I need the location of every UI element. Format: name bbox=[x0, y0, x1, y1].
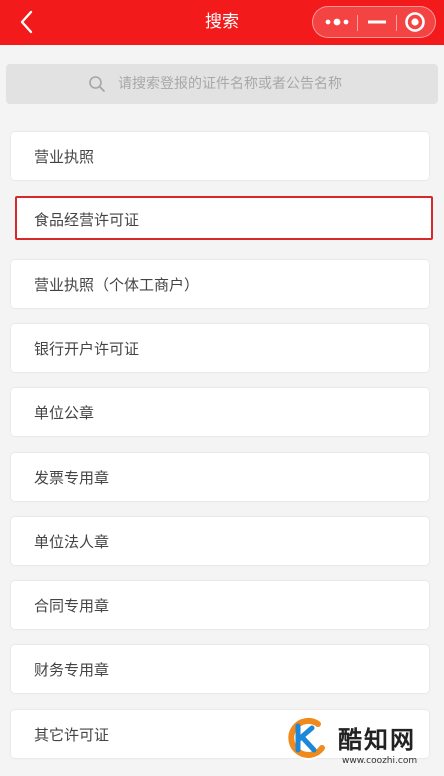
list-item[interactable]: 营业执照 bbox=[11, 132, 429, 180]
list-item[interactable]: 合同专用章 bbox=[11, 581, 429, 629]
list-item-label: 单位法人章 bbox=[34, 533, 110, 551]
list-item-label: 单位公章 bbox=[34, 404, 95, 422]
more-button[interactable] bbox=[317, 7, 357, 37]
watermark-name: 酷知网 bbox=[338, 726, 416, 754]
minimize-icon bbox=[368, 20, 386, 24]
list-item[interactable]: 营业执照（个体工商户） bbox=[11, 260, 429, 308]
list-item-label: 其它许可证 bbox=[34, 726, 110, 744]
search-icon bbox=[89, 76, 105, 92]
search-bar[interactable] bbox=[6, 64, 438, 104]
list-item[interactable]: 发票专用章 bbox=[11, 453, 429, 501]
back-button[interactable] bbox=[14, 8, 42, 36]
target-close-icon bbox=[405, 12, 425, 32]
search-input[interactable] bbox=[118, 72, 418, 96]
list-item-label: 银行开户许可证 bbox=[34, 340, 140, 358]
coozhi-logo-icon bbox=[286, 716, 330, 760]
list-item-label: 发票专用章 bbox=[34, 469, 110, 487]
phone-screen: 搜索 请搜索登报的证件名称或者公告名称 营业执照 食品经营许可证 营业执照（个体… bbox=[0, 0, 444, 776]
navigation-bar: 搜索 bbox=[0, 0, 444, 45]
chevron-left-icon bbox=[20, 10, 33, 34]
list-item-label: 合同专用章 bbox=[34, 597, 110, 615]
close-button[interactable] bbox=[397, 7, 433, 37]
list-item[interactable]: 财务专用章 bbox=[11, 645, 429, 693]
watermark-url: www.coozhi.com bbox=[342, 756, 418, 766]
list-item[interactable]: 银行开户许可证 bbox=[11, 324, 429, 372]
list-item-label: 营业执照 bbox=[34, 148, 95, 166]
list-item-label: 营业执照（个体工商户） bbox=[34, 276, 200, 294]
watermark: 酷知网 www.coozhi.com bbox=[282, 712, 444, 776]
list-item-selected[interactable]: 食品经营许可证 bbox=[15, 196, 433, 240]
more-dots-icon bbox=[325, 18, 349, 26]
list-item-label: 财务专用章 bbox=[34, 661, 110, 679]
mini-program-capsule bbox=[312, 6, 436, 38]
minimize-button[interactable] bbox=[358, 7, 396, 37]
list-item[interactable]: 单位法人章 bbox=[11, 517, 429, 565]
list-item-label: 食品经营许可证 bbox=[34, 211, 140, 229]
list-item[interactable]: 单位公章 bbox=[11, 388, 429, 436]
